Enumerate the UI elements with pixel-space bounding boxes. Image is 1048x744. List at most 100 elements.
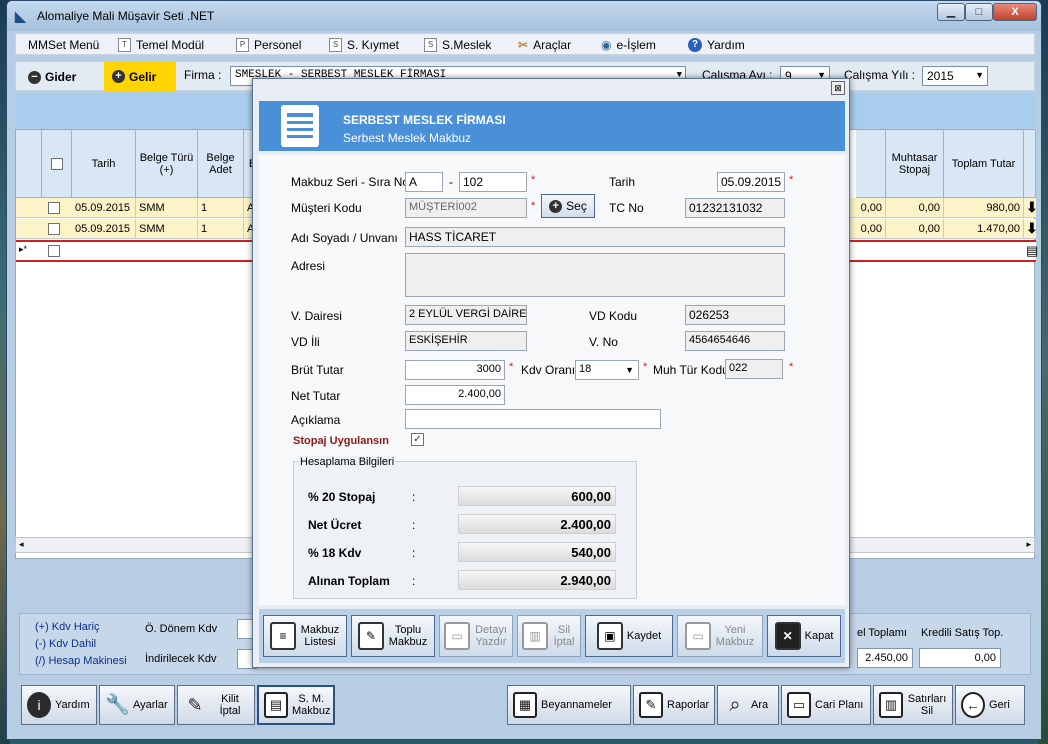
tarih-input[interactable]: 05.09.2015 xyxy=(717,172,785,192)
vd-kodu-label: VD Kodu xyxy=(589,309,638,323)
calisma-yili-label: Çalışma Yılı : xyxy=(844,68,916,82)
geri-button[interactable]: ← Geri xyxy=(955,685,1025,725)
download-icon[interactable]: ⬇ xyxy=(1026,199,1038,216)
kapat-button[interactable]: ✕ Kapat xyxy=(767,615,841,657)
required-mark: * xyxy=(531,200,536,212)
calendar-icon: ▦ xyxy=(513,692,537,718)
download-icon[interactable]: ⬇ xyxy=(1026,220,1038,237)
v-dairesi-input[interactable]: 2 EYLÜL VERGİ DAİRES xyxy=(405,305,527,325)
ara-button[interactable]: ⌕ Ara xyxy=(717,685,779,725)
cell-tarih: 05.09.2015 xyxy=(72,219,136,239)
title-bar[interactable]: ◣ Alomaliye Mali Müşavir Seti .NET ▁ □ X xyxy=(7,1,1041,31)
row-checkbox[interactable] xyxy=(48,223,60,235)
cari-plani-button[interactable]: ▭ Cari Planı xyxy=(781,685,871,725)
cell-muhtasar: 0,00 xyxy=(886,219,944,239)
makbuz-dialog: ⊠ SERBEST MESLEK FİRMASI Serbest Meslek … xyxy=(252,78,850,668)
trash-icon: ▥ xyxy=(879,692,903,718)
menu-mmset[interactable]: MMSet Menü xyxy=(28,37,99,53)
menu-s-kiymet[interactable]: S S. Kıymet xyxy=(329,37,399,53)
hesap-makinesi-link[interactable]: (/) Hesap Makinesi xyxy=(35,655,127,667)
sil-iptal-button[interactable]: ▥ Sil İptal xyxy=(517,615,581,657)
calisma-yili-select[interactable]: 2015 ▼ xyxy=(922,66,988,86)
detayi-yazdir-button[interactable]: ▭ Detayı Yazdır xyxy=(439,615,513,657)
gelir-button[interactable]: + Gelir xyxy=(104,62,176,91)
menu-s-meslek[interactable]: S S.Meslek xyxy=(424,37,491,53)
row-checkbox[interactable] xyxy=(48,245,60,257)
makbuz-seri-input[interactable]: A xyxy=(405,172,443,192)
raporlar-button[interactable]: ✎ Raporlar xyxy=(633,685,715,725)
document-icon[interactable]: ▤ xyxy=(1026,243,1038,259)
adi-soyadi-input[interactable]: HASS TİCARET xyxy=(405,227,785,247)
muh-tur-kodu-input[interactable]: 022 xyxy=(725,359,783,379)
select-all-checkbox[interactable] xyxy=(50,157,63,170)
menu-e-islem[interactable]: ◉ e-İşlem xyxy=(601,37,656,53)
kdv-orani-select[interactable]: 18 ▼ xyxy=(575,360,639,380)
scroll-right-icon[interactable]: ▸ xyxy=(1026,539,1031,550)
adresi-input[interactable] xyxy=(405,253,785,297)
aciklama-input[interactable] xyxy=(405,409,661,429)
sec-button[interactable]: + Seç xyxy=(541,194,595,218)
grid-header-belge-adet[interactable]: Belge Adet xyxy=(198,130,244,198)
tc-no-input[interactable]: 01232131032 xyxy=(685,198,785,218)
aciklama-label: Açıklama xyxy=(291,413,341,427)
menu-temel-modul[interactable]: T Temel Modül xyxy=(118,37,204,53)
brut-tutar-label: Brüt Tutar xyxy=(291,363,344,377)
ayarlar-button[interactable]: 🔧 Ayarlar xyxy=(99,685,175,725)
required-mark: * xyxy=(531,174,536,186)
chevron-down-icon: ▼ xyxy=(975,70,984,80)
muh-tur-kodu-label: Muh Tür Kodu xyxy=(653,363,729,377)
net-tutar-input[interactable]: 2.400,00 xyxy=(405,385,505,405)
close-window-button[interactable]: X xyxy=(993,3,1037,21)
clipboard-icon: ▭ xyxy=(787,692,811,718)
dialog-header: SERBEST MESLEK FİRMASI Serbest Meslek Ma… xyxy=(259,101,845,151)
satirlari-sil-button[interactable]: ▥ Satırları Sil xyxy=(873,685,953,725)
sm-makbuz-button[interactable]: ▤ S. M. Makbuz xyxy=(257,685,335,725)
menu-yardim[interactable]: ? Yardım xyxy=(688,37,745,53)
grid-header-tarih[interactable]: Tarih xyxy=(72,130,136,198)
yardim-button[interactable]: i Yardım xyxy=(21,685,97,725)
row-checkbox[interactable] xyxy=(48,202,60,214)
yeni-makbuz-button[interactable]: ▭ Yeni Makbuz xyxy=(677,615,763,657)
grid-header-select-all[interactable] xyxy=(42,130,72,198)
menu-personel[interactable]: P Personel xyxy=(236,37,301,53)
vd-ili-label: VD İli xyxy=(291,335,320,349)
kilit-iptal-button[interactable]: ✎ Kilit İptal xyxy=(177,685,255,725)
alinan-toplam-label: Alınan Toplam xyxy=(308,574,390,588)
toplu-makbuz-button[interactable]: ✎ Toplu Makbuz xyxy=(351,615,435,657)
brut-tutar-input[interactable]: 3000 xyxy=(405,360,505,380)
s-kiymet-icon: S xyxy=(329,38,342,52)
grid-header-toplam[interactable]: Toplam Tutar xyxy=(944,130,1024,198)
el-toplami-field[interactable]: 2.450,00 xyxy=(857,648,913,668)
indirilecek-kdv-label: İndirilecek Kdv xyxy=(145,653,217,665)
grid-header-muhtasar[interactable]: Muhtasar Stopaj xyxy=(886,130,944,198)
tarih-label: Tarih xyxy=(609,175,636,189)
cell-hidden-value: 0,00 xyxy=(856,198,886,218)
back-arrow-icon: ← xyxy=(961,692,985,718)
scroll-left-icon[interactable]: ◂ xyxy=(19,539,24,550)
menu-araclar[interactable]: ✂ Araçlar xyxy=(518,37,571,53)
info-icon: i xyxy=(27,692,51,718)
stopaj-checkbox[interactable]: ✓ xyxy=(411,433,424,446)
makbuz-listesi-button[interactable]: ≡ Makbuz Listesi xyxy=(263,615,347,657)
colon: : xyxy=(412,574,416,588)
kdv-dahil-link[interactable]: (-) Kdv Dahil xyxy=(35,638,96,650)
list-icon: ≡ xyxy=(270,622,296,650)
vd-ili-input[interactable]: ESKİŞEHİR xyxy=(405,331,527,351)
v-no-input[interactable]: 4564654646 xyxy=(685,331,785,351)
beyannameler-button[interactable]: ▦ Beyannameler xyxy=(507,685,631,725)
minimize-button[interactable]: ▁ xyxy=(937,3,965,21)
adresi-label: Adresi xyxy=(291,259,326,273)
kaydet-button[interactable]: ▣ Kaydet xyxy=(585,615,673,657)
dialog-close-button[interactable]: ⊠ xyxy=(831,81,845,95)
new-document-icon: ▭ xyxy=(685,622,711,650)
kdv-haric-link[interactable]: (+) Kdv Hariç xyxy=(35,621,100,633)
sira-no-input[interactable]: 102 xyxy=(459,172,527,192)
vd-kodu-input[interactable]: 026253 xyxy=(685,305,785,325)
maximize-button[interactable]: □ xyxy=(965,3,993,21)
gider-button[interactable]: − Gider xyxy=(20,64,100,90)
cell-toplam: 980,00 xyxy=(944,198,1024,218)
tc-no-label: TC No xyxy=(609,201,644,215)
musteri-kodu-input[interactable]: MÜŞTERİ002 xyxy=(405,198,527,218)
kredili-satis-field[interactable]: 0,00 xyxy=(919,648,1001,668)
grid-header-belge-turu[interactable]: Belge Türü (+) xyxy=(136,130,198,198)
